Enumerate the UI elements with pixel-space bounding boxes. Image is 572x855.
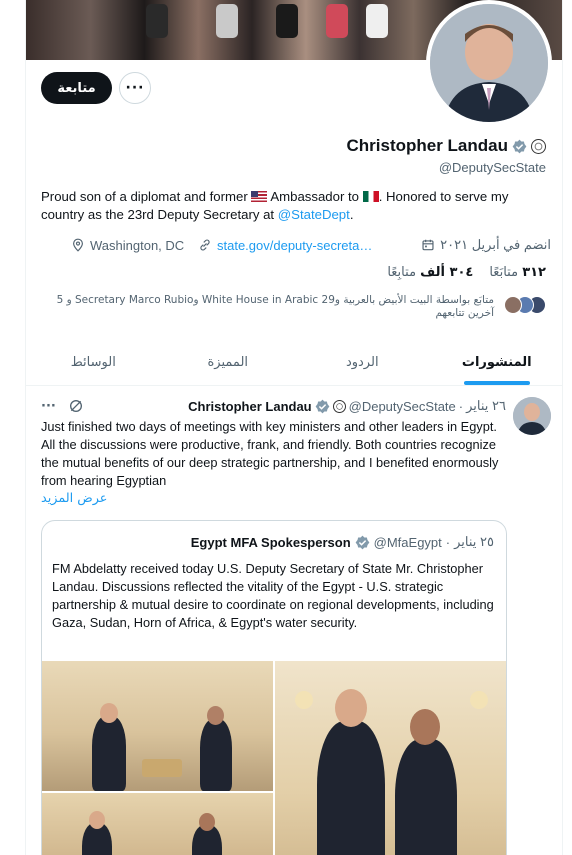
tweet-author-name[interactable]: Christopher Landau [188, 399, 312, 414]
follow-button[interactable]: متابعة [41, 72, 112, 104]
location-item: Washington, DC [71, 238, 184, 253]
photo-person-head [89, 811, 105, 829]
photo-person-head [199, 813, 215, 831]
followed-by-avatars [502, 296, 546, 316]
verified-badge-icon[interactable] [512, 139, 527, 154]
more-icon[interactable]: ··· [41, 399, 56, 414]
dot-separator: · [458, 398, 464, 414]
followers-count: ٣٠٤ ألف [420, 265, 474, 280]
us-flag-icon [251, 191, 268, 202]
calendar-icon [422, 239, 434, 251]
location-text: Washington, DC [90, 237, 185, 253]
profile-name: Christopher Landau [346, 136, 508, 155]
profile-bio: Proud son of a diplomat and former Ambas… [41, 188, 551, 224]
tab-highlights[interactable]: المميزة [161, 340, 296, 385]
photo-person-head [100, 703, 118, 723]
following-count: ٣١٢ [522, 265, 546, 280]
tweet-date[interactable]: ٢٦ يناير [466, 398, 506, 414]
followers-label: متابِعًا [387, 265, 417, 280]
photo-lamp [470, 691, 488, 709]
profile-tabs: المنشورات الردود المميزة الوسائط [26, 340, 563, 386]
followers-count-link[interactable]: ٣٠٤ ألف متابِعًا [387, 265, 473, 280]
tab-media[interactable]: الوسائط [26, 340, 161, 385]
tweet[interactable]: Christopher Landau @DeputySecState · ٢٦ … [26, 387, 562, 855]
photo-person-head [410, 709, 440, 745]
quote-author-name: Egypt MFA Spokesperson [190, 534, 351, 550]
tab-posts[interactable]: المنشورات [430, 340, 563, 385]
avatar-portrait [513, 397, 551, 435]
verified-badge-icon [355, 535, 370, 549]
avatar-portrait [430, 4, 548, 122]
profile-avatar[interactable] [426, 0, 552, 126]
quote-photo[interactable] [275, 661, 506, 855]
photo-person [317, 721, 385, 855]
banner-microphone [326, 4, 348, 38]
government-seal-icon[interactable] [531, 138, 546, 154]
verified-badge-icon [315, 399, 329, 413]
photo-person [395, 739, 457, 855]
location-pin-icon [73, 238, 83, 252]
photo-person-head [207, 706, 224, 725]
tweet-author-avatar[interactable] [513, 397, 551, 435]
joined-item: انضم في أبريل ٢٠٢١ [421, 237, 551, 253]
photo-lamp [295, 691, 313, 709]
bio-text: Ambassador to [267, 189, 363, 204]
mexico-flag-icon [362, 191, 379, 202]
link-icon [200, 239, 210, 251]
profile-meta: Washington, DC state.gov/deputy-secreta…… [41, 235, 551, 255]
photo-person-head [335, 689, 367, 727]
photo-person [200, 719, 232, 791]
banner-microphone [146, 4, 168, 38]
photo-table [142, 759, 182, 777]
bio-text: Proud son of a diplomat and former [41, 189, 252, 204]
website-link[interactable]: state.gov/deputy-secreta… [217, 238, 372, 253]
grok-icon[interactable] [68, 398, 84, 414]
profile-name-row: Christopher Landau [346, 136, 546, 156]
quote-photo[interactable] [42, 661, 273, 791]
tweet-header: Christopher Landau @DeputySecState · ٢٦ … [188, 398, 506, 414]
more-options-button[interactable]: ··· [119, 72, 151, 104]
banner-microphone [366, 4, 388, 38]
quote-photo[interactable] [42, 793, 273, 855]
profile-column: متابعة ··· Christopher Landau @DeputySec… [25, 0, 563, 855]
avatar [504, 296, 522, 314]
banner-microphone [276, 4, 298, 38]
following-label: متابَعًا [489, 265, 519, 280]
government-seal-icon [332, 399, 346, 413]
bio-link-statedept[interactable]: @StateDept [278, 207, 350, 222]
bio-text: . [349, 207, 354, 222]
follow-counts: ٣١٢ متابَعًا ٣٠٤ ألف متابِعًا [387, 265, 546, 280]
quoted-tweet[interactable]: Egypt MFA Spokesperson @MfaEgypt · ٢٥ ين… [41, 520, 507, 855]
website-item: state.gov/deputy-secreta… [198, 238, 372, 253]
tweet-actions: ··· [41, 398, 84, 414]
dot-separator: · [445, 534, 451, 550]
tweet-text: Just finished two days of meetings with … [41, 419, 499, 488]
tab-replies[interactable]: الردود [295, 340, 430, 385]
tweet-author-handle[interactable]: @DeputySecState [349, 399, 456, 414]
quote-author-handle: @MfaEgypt [373, 534, 442, 550]
following-count-link[interactable]: ٣١٢ متابَعًا [489, 265, 546, 280]
banner-microphone [216, 4, 238, 38]
quote-date: ٢٥ يناير [454, 534, 494, 549]
profile-handle: @DeputySecState [438, 160, 546, 175]
quote-text: FM Abdelatty received today U.S. Deputy … [52, 561, 494, 630]
show-more-link[interactable]: عرض المزيد [41, 491, 107, 506]
more-icon: ··· [125, 80, 145, 96]
quote-header: Egypt MFA Spokesperson @MfaEgypt · ٢٥ ين… [191, 534, 494, 550]
photo-person [92, 716, 126, 791]
joined-text: انضم في أبريل ٢٠٢١ [440, 237, 551, 252]
followed-by-text: متابَع بواسطة البيت الأبيض بالعربية وWhi… [56, 294, 494, 319]
